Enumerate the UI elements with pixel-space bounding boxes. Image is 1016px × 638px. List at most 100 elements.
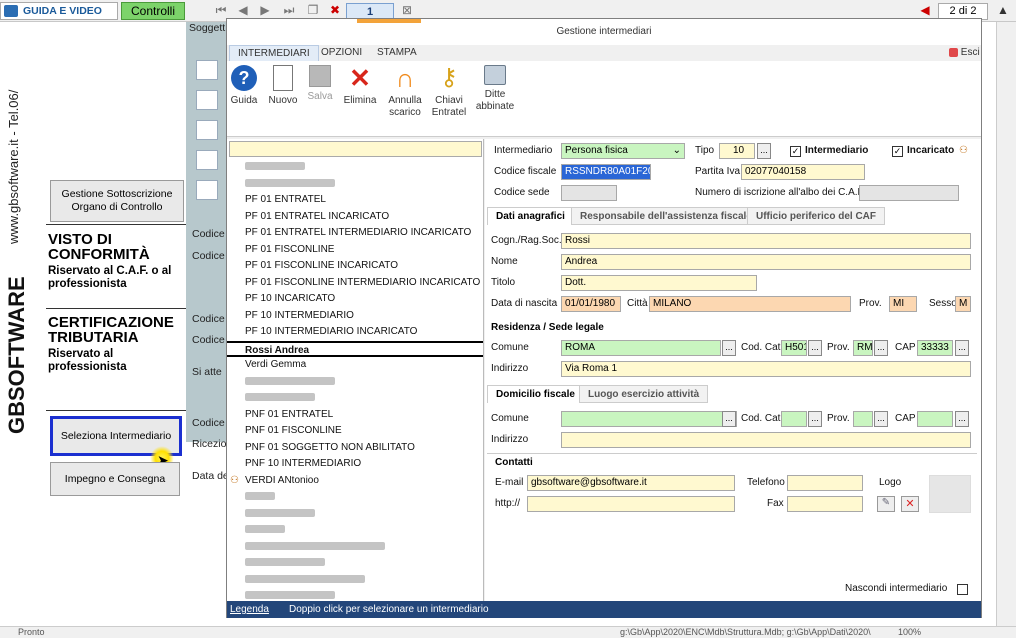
nuovo-button[interactable]: Nuovo [265,65,301,135]
list-search-input[interactable] [229,141,482,157]
indirizzo-field[interactable]: Via Roma 1 [561,361,971,377]
next-page-icon[interactable]: ▶ [258,3,272,17]
intermediario-checkbox[interactable]: ✓ [790,146,801,157]
dom-comune-field[interactable] [561,411,737,427]
list-item[interactable]: PNF 10 INTERMEDIARIO [227,456,483,472]
list-item[interactable]: PF 01 ENTRATEL INTERMEDIARIO INCARICATO [227,225,483,241]
nome-field[interactable]: Andrea [561,254,971,270]
list-item[interactable] [227,489,483,505]
nascondi-checkbox[interactable] [957,584,968,595]
copy-page-icon[interactable]: ❐ [306,3,320,17]
last-page-icon[interactable]: ⏭ [282,3,296,17]
codice-sede-field[interactable] [561,185,617,201]
dom-comune-lookup-button[interactable]: ... [722,411,736,427]
comune-lookup-button[interactable]: ... [722,340,736,356]
codcat-field[interactable]: H501 [781,340,807,356]
users-icon[interactable]: ⚇ [959,143,968,159]
ditte-abbinate-button[interactable]: Ditte abbinate [473,65,517,135]
salva-button[interactable]: Salva [305,65,335,135]
list-item[interactable]: PF 10 INTERMEDIARIO INCARICATO [227,324,483,340]
blank-page-icon[interactable]: ⊠ [400,3,414,17]
chiavi-entratel-button[interactable]: ⚷ Chiavi Entratel [431,65,467,135]
impegno-consegna-button[interactable]: Impegno e Consegna [50,462,180,496]
logo-image-box[interactable] [929,475,971,513]
citta-field[interactable]: MILANO [649,296,851,312]
list-item[interactable] [227,506,483,522]
sesso-field[interactable]: M [955,296,971,312]
prov2-lookup-button[interactable]: ... [874,340,888,356]
bg-checkbox[interactable] [196,180,218,200]
list-item[interactable]: PF 01 FISCONLINE INTERMEDIARIO INCARICAT… [227,275,483,291]
list-item[interactable] [227,572,483,588]
codcat-lookup-button[interactable]: ... [808,340,822,356]
tab-domicilio-fiscale[interactable]: Domicilio fiscale [487,385,584,403]
list-item[interactable]: ⚇ VERDI ANtonioo [227,473,483,489]
dom-prov-lookup-button[interactable]: ... [874,411,888,427]
guida-button[interactable]: ? Guida [229,65,259,135]
telefono-field[interactable] [787,475,863,491]
first-page-icon[interactable]: ⏮ [214,3,228,17]
tab-opzioni[interactable]: OPZIONI [313,45,370,61]
numero-iscrizione-field[interactable] [859,185,959,201]
list-item[interactable] [227,374,483,390]
tipo-lookup-button[interactable]: ... [757,143,771,159]
page-back-icon[interactable]: ◀ [918,3,932,17]
list-item[interactable]: PNF 01 FISCONLINE [227,423,483,439]
tipo-field[interactable]: 10 [719,143,755,159]
email-field[interactable]: gbsoftware@gbsoftware.it [527,475,735,491]
fax-field[interactable] [787,496,863,512]
list-item[interactable] [227,176,483,192]
list-item[interactable]: PF 10 INTERMEDIARIO [227,308,483,324]
dom-codcat-field[interactable] [781,411,807,427]
scroll-up-icon[interactable]: ▲ [996,3,1010,17]
list-item[interactable] [227,588,483,599]
prev-page-icon[interactable]: ◀ [236,3,250,17]
list-item[interactable] [227,555,483,571]
tab-dati-anagrafici[interactable]: Dati anagrafici [487,207,574,225]
titolo-field[interactable]: Dott. [561,275,757,291]
legenda-link[interactable]: Legenda [230,601,269,618]
intermediario-select[interactable]: Persona fisica ⌄ [561,143,685,159]
elimina-button[interactable]: ✕ Elimina [341,65,379,135]
codice-fiscale-field[interactable]: RSSNDR80A01F205O [561,164,651,180]
data-nascita-field[interactable]: 01/01/1980 [561,296,621,312]
cap-field[interactable]: 33333 [917,340,953,356]
tab-ufficio-periferico[interactable]: Ufficio periferico del CAF [747,207,886,225]
prov2-field[interactable]: RM [853,340,873,356]
guida-video-button[interactable]: GUIDA E VIDEO [0,2,118,20]
tab-luogo-esercizio[interactable]: Luogo esercizio attività [579,385,709,403]
list-item[interactable] [227,159,483,175]
list-item[interactable] [227,539,483,555]
tab-responsabile-assistenza[interactable]: Responsabile dell'assistenza fiscale [571,207,761,225]
bg-checkbox[interactable] [196,120,218,140]
list-item[interactable]: PF 01 FISCONLINE [227,242,483,258]
list-item[interactable]: PF 01 ENTRATEL [227,192,483,208]
incaricato-checkbox[interactable]: ✓ [892,146,903,157]
delete-page-icon[interactable]: ✖ [328,3,342,17]
list-item[interactable]: Rossi Andrea [227,340,483,357]
list-item[interactable]: PF 01 ENTRATEL INCARICATO [227,209,483,225]
gestione-sottoscrizione-button[interactable]: Gestione Sottoscrizione Organo di Contro… [50,180,184,222]
page-scrollbar[interactable] [996,22,1016,626]
http-field[interactable] [527,496,735,512]
logo-load-button[interactable]: ✎ [877,496,895,512]
dom-indirizzo-field[interactable] [561,432,971,448]
bg-checkbox[interactable] [196,90,218,110]
annulla-scarico-button[interactable]: ∩ Annulla scarico [383,65,427,135]
dom-codcat-lookup-button[interactable]: ... [808,411,822,427]
list-item[interactable]: PF 01 FISCONLINE INCARICATO [227,258,483,274]
tab-stampa[interactable]: STAMPA [369,45,425,61]
tab-intermediari[interactable]: INTERMEDIARI [229,45,319,61]
partita-iva-field[interactable]: 02077040158 [741,164,865,180]
comune-field[interactable]: ROMA [561,340,721,356]
cap-lookup-button[interactable]: ... [955,340,969,356]
list-item[interactable] [227,390,483,406]
dom-cap-field[interactable] [917,411,953,427]
logo-delete-button[interactable]: ✕ [901,496,919,512]
dom-prov-field[interactable] [853,411,873,427]
list-item[interactable]: PF 10 INCARICATO [227,291,483,307]
esci-button[interactable]: Esci [949,47,980,58]
list-item[interactable]: Verdi Gemma [227,357,483,373]
list-item[interactable] [227,522,483,538]
bg-checkbox[interactable] [196,60,218,80]
